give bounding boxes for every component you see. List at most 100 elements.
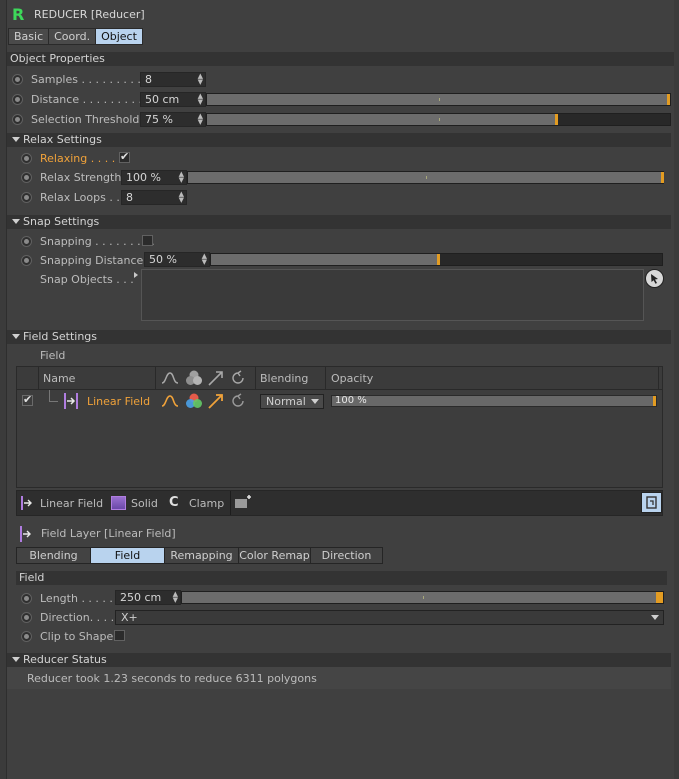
relax-strength-label: Relax Strength [40,171,122,184]
field-layer-tabs: Blending Field Remapping Color Remap Dir… [16,547,383,564]
cursor-pick-icon[interactable] [645,269,664,288]
expand-arrow-icon[interactable] [134,272,138,278]
reducer-logo-icon: R [12,5,25,24]
snapping-distance-input[interactable]: 50 % ▲ ▼ [144,252,210,267]
length-input[interactable]: 250 cm ▲ ▼ [115,590,181,605]
field-row-name[interactable]: Linear Field [87,395,150,408]
field-toolbar: Linear Field Solid C Clamp [16,490,663,516]
direction-keyframe-icon[interactable] [21,612,32,623]
opacity-slider[interactable]: 100 % [331,395,657,407]
relax-loops-input[interactable]: 8 ▲ ▼ [121,190,187,205]
snap-objects-list[interactable] [141,269,644,321]
collapse-arrow-icon [12,657,20,662]
selection-threshold-label: Selection Threshold [31,113,140,126]
samples-label: Samples . . . . . . . . . . [31,73,148,86]
selection-threshold-input[interactable]: 75 % ▲ ▼ [140,112,206,127]
collapse-arrow-icon [12,334,20,339]
distance-label: Distance . . . . . . . . . . [31,93,150,106]
column-name[interactable]: Name [43,372,75,385]
field-list-label: Field [40,349,66,362]
add-clamp-button[interactable]: Clamp [189,497,224,510]
length-label: Length . . . . . [40,592,113,605]
snap-settings-header[interactable]: Snap Settings [7,215,671,229]
field-list: Name Blending Opacity Linear Field Norma… [16,366,663,488]
clip-to-shape-label: Clip to Shape [40,630,114,643]
tab-color-remap[interactable]: Color Remap [238,547,311,564]
main-tabs: Basic Coord. Object [8,28,143,45]
clip-to-shape-keyframe-icon[interactable] [21,631,32,642]
snapping-distance-keyframe-icon[interactable] [21,255,32,266]
tab-basic[interactable]: Basic [8,28,50,45]
clamp-icon: C [169,495,179,510]
lock-icon[interactable] [641,492,662,513]
snapping-distance-label: Snapping Distance [40,254,144,267]
distance-input[interactable]: 50 cm ▲ ▼ [140,92,206,107]
object-properties-header: Object Properties [7,52,674,66]
field-layer-title: Field Layer [Linear Field] [41,527,176,540]
snapping-checkbox[interactable] [142,235,153,246]
field-layer-icon [19,525,35,546]
snapping-keyframe-icon[interactable] [21,236,32,247]
attribute-panel: R REDUCER [Reducer] Basic Coord. Object … [6,0,674,779]
refresh-icon[interactable] [230,393,246,412]
add-solid-button[interactable]: Solid [131,497,158,510]
tab-remapping[interactable]: Remapping [164,547,239,564]
tab-field[interactable]: Field [90,547,165,564]
relax-strength-input[interactable]: 100 % ▲ ▼ [121,170,187,185]
column-blending[interactable]: Blending [260,372,308,385]
tab-object[interactable]: Object [95,28,143,45]
tab-direction[interactable]: Direction [310,547,383,564]
distance-slider[interactable] [206,93,671,106]
samples-input[interactable]: 8 ▲ ▼ [140,72,206,87]
collapse-arrow-icon [12,219,20,224]
length-slider[interactable] [181,591,664,604]
status-area: Reducer took 1.23 seconds to reduce 6311… [7,667,671,689]
field-section-header: Field [16,571,667,585]
relaxing-checkbox[interactable] [119,150,130,163]
field-list-header: Name Blending Opacity [17,367,662,390]
relax-loops-keyframe-icon[interactable] [21,192,32,203]
relax-settings-header[interactable]: Relax Settings [7,133,671,147]
tree-connector [49,390,58,402]
snapping-label: Snapping . . . . . . . . . [40,235,155,248]
color-mix-icon[interactable] [185,392,203,413]
window-title: REDUCER [Reducer] [34,8,145,21]
snap-objects-label: Snap Objects . . . [40,273,134,286]
status-message: Reducer took 1.23 seconds to reduce 6311… [27,672,317,685]
chevron-down-icon [311,399,319,404]
relax-strength-keyframe-icon[interactable] [21,172,32,183]
direction-arrow-icon [207,369,225,390]
add-linear-field-button[interactable]: Linear Field [40,497,103,510]
snapping-distance-slider[interactable] [210,253,663,266]
relax-loops-label: Relax Loops . . [40,191,120,204]
chevron-down-icon [651,615,659,620]
direction-arrow-icon[interactable] [207,392,225,413]
tab-blending[interactable]: Blending [16,547,91,564]
color-mix-icon [185,369,203,390]
relax-strength-slider[interactable] [187,171,664,184]
length-keyframe-icon[interactable] [21,593,32,604]
falloff-curve-icon[interactable] [161,393,179,412]
relaxing-label: Relaxing . . . . . [40,152,123,165]
add-layer-icon[interactable] [233,494,253,515]
samples-keyframe-icon[interactable] [12,74,23,85]
direction-dropdown[interactable]: X+ [115,610,664,625]
selection-threshold-slider[interactable] [206,113,671,126]
linear-field-icon [62,392,80,413]
tab-coord[interactable]: Coord. [48,28,97,45]
distance-keyframe-icon[interactable] [12,94,23,105]
falloff-curve-icon [161,370,179,389]
clip-to-shape-checkbox[interactable] [114,630,125,641]
column-opacity[interactable]: Opacity [331,372,373,385]
field-enabled-checkbox[interactable] [22,393,33,406]
refresh-icon [230,370,246,389]
selection-threshold-keyframe-icon[interactable] [12,114,23,125]
direction-label: Direction. . . . [40,611,115,624]
field-list-row[interactable]: Linear Field Normal 100 % [17,390,662,412]
relaxing-keyframe-icon[interactable] [21,153,32,164]
reducer-status-header[interactable]: Reducer Status [7,653,671,667]
solid-field-icon [111,496,126,510]
blending-dropdown[interactable]: Normal [260,394,324,409]
collapse-arrow-icon [12,137,20,142]
field-settings-header[interactable]: Field Settings [7,330,671,344]
